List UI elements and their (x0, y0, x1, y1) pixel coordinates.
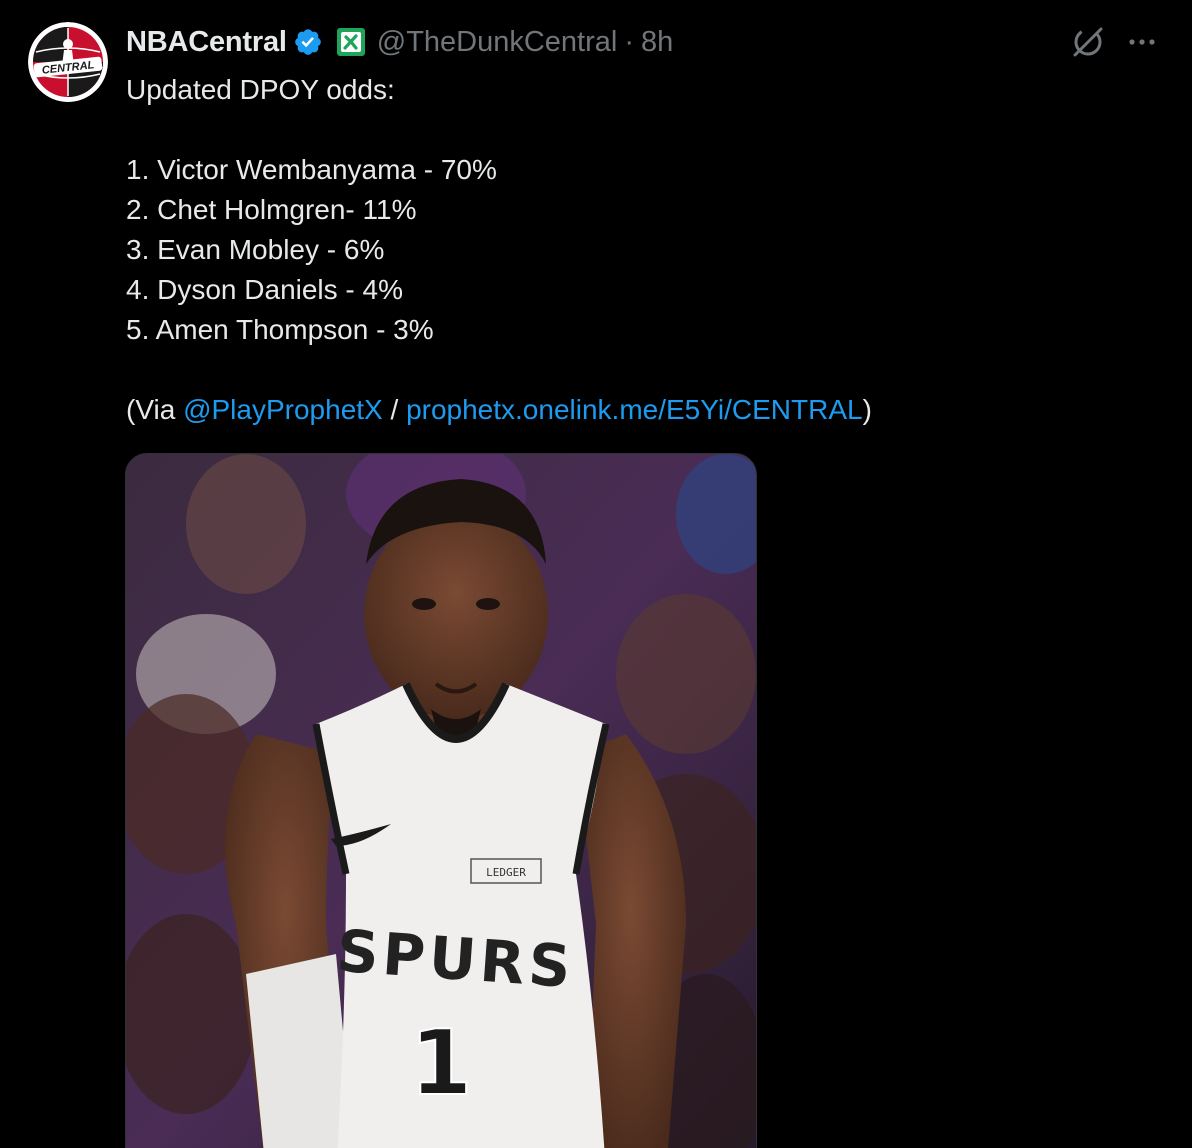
separator-dot: · (624, 25, 635, 58)
jersey-number: 1 (410, 1011, 473, 1116)
odds-item-4: 4. Dyson Daniels - 4% (126, 274, 404, 305)
external-link[interactable]: prophetx.onelink.me/E5Yi/CENTRAL (406, 394, 863, 425)
grok-icon[interactable] (1070, 24, 1106, 60)
handle[interactable]: @TheDunkCentral (377, 26, 618, 59)
odds-item-5: 5. Amen Thompson - 3% (126, 314, 434, 345)
mention-link[interactable]: @PlayProphetX (183, 394, 383, 425)
tweet-header: NBACentral @TheDunkCentral · 8h (126, 22, 673, 62)
tweet-text: Updated DPOY odds: 1. Victor Wembanyama … (126, 70, 1166, 430)
tweet-card[interactable]: CENTRAL NBACentral @TheDunkCentral · 8h (0, 0, 1192, 1148)
via-separator: / (382, 394, 407, 425)
via-suffix: ) (862, 394, 872, 425)
odds-item-3: 3. Evan Mobley - 6% (126, 234, 385, 265)
affiliate-badge-icon[interactable] (336, 28, 365, 56)
via-prefix: (Via (126, 394, 184, 425)
verified-badge-icon[interactable] (293, 27, 323, 57)
via-line: (Via @PlayProphetX / prophetx.onelink.me… (126, 390, 1166, 430)
tweet-intro: Updated DPOY odds: (126, 74, 395, 105)
nba-central-logo: CENTRAL (28, 22, 108, 102)
timestamp[interactable]: 8h (641, 26, 673, 59)
more-icon[interactable] (1124, 28, 1160, 56)
odds-item-1: 1. Victor Wembanyama - 70% (126, 154, 497, 185)
odds-item-2: 2. Chet Holmgren- 11% (126, 194, 417, 225)
display-name[interactable]: NBACentral (126, 26, 287, 59)
tweet-image[interactable]: LEDGER SPURS 1 (125, 453, 757, 1148)
jersey-sponsor: LEDGER (486, 866, 526, 879)
avatar[interactable]: CENTRAL (28, 22, 108, 102)
player-photo: LEDGER SPURS 1 (126, 454, 756, 1148)
